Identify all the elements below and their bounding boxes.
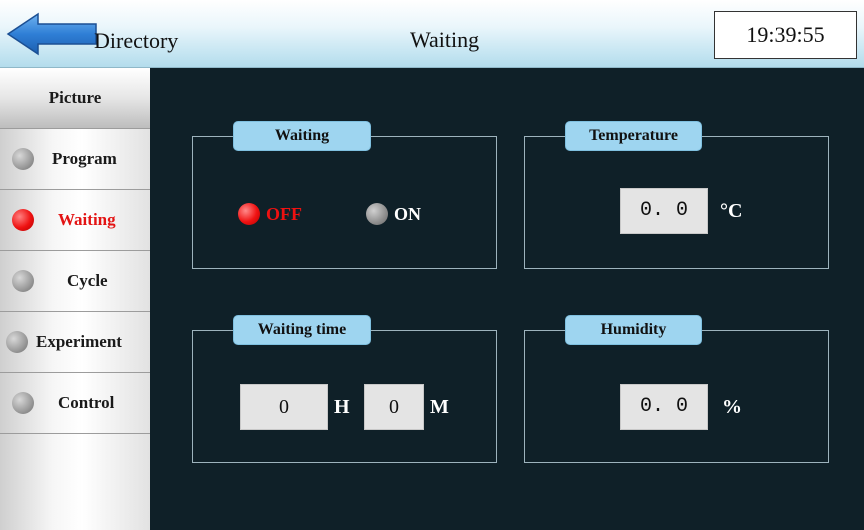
clock-display: 19:39:55 bbox=[714, 11, 857, 59]
back-button-label: Directory bbox=[94, 28, 179, 53]
temperature-value: 0. 0 bbox=[620, 188, 708, 234]
radio-dot-icon bbox=[12, 148, 34, 170]
radio-dot-icon bbox=[366, 203, 388, 225]
sidebar: Picture Program Waiting Cycle Experiment… bbox=[0, 68, 150, 530]
sidebar-item-control[interactable]: Control bbox=[0, 373, 150, 434]
waiting-on-label: ON bbox=[394, 203, 421, 224]
waiting-panel-title: Waiting bbox=[233, 121, 371, 151]
sidebar-item-cycle[interactable]: Cycle bbox=[0, 251, 150, 312]
sidebar-item-program[interactable]: Program bbox=[0, 129, 150, 190]
waiting-off-label: OFF bbox=[266, 203, 302, 224]
sidebar-item-experiment[interactable]: Experiment bbox=[0, 312, 150, 373]
sidebar-item-label: Program bbox=[52, 149, 117, 168]
temperature-unit: °C bbox=[720, 200, 743, 222]
sidebar-item-label: Control bbox=[58, 393, 115, 412]
sidebar-item-label: Experiment bbox=[36, 332, 122, 351]
humidity-value: 0. 0 bbox=[620, 384, 708, 430]
radio-dot-icon bbox=[238, 203, 260, 225]
waiting-off-radio[interactable]: OFF bbox=[238, 203, 302, 225]
temperature-panel-title: Temperature bbox=[565, 121, 702, 151]
radio-dot-icon bbox=[12, 209, 34, 231]
sidebar-item-picture[interactable]: Picture bbox=[0, 68, 150, 129]
radio-dot-icon bbox=[6, 331, 28, 353]
page-title: Waiting bbox=[410, 27, 480, 52]
hours-unit: H bbox=[334, 396, 350, 418]
radio-dot-icon bbox=[12, 270, 34, 292]
back-arrow-icon bbox=[6, 12, 97, 56]
waiting-on-radio[interactable]: ON bbox=[366, 203, 421, 225]
waiting-hours-input[interactable]: 0 bbox=[240, 384, 328, 430]
radio-dot-icon bbox=[12, 392, 34, 414]
humidity-panel-title: Humidity bbox=[565, 315, 702, 345]
waiting-time-panel-title: Waiting time bbox=[233, 315, 371, 345]
sidebar-item-waiting[interactable]: Waiting bbox=[0, 190, 150, 251]
back-to-directory-button[interactable]: Directory bbox=[6, 12, 216, 56]
humidity-unit: % bbox=[722, 396, 742, 418]
minutes-unit: M bbox=[430, 396, 449, 418]
sidebar-item-label: Waiting bbox=[58, 210, 116, 229]
header-bar: Directory Waiting 19:39:55 bbox=[0, 0, 864, 68]
waiting-minutes-input[interactable]: 0 bbox=[364, 384, 424, 430]
sidebar-item-label: Picture bbox=[48, 88, 102, 107]
sidebar-item-label: Cycle bbox=[67, 271, 108, 290]
